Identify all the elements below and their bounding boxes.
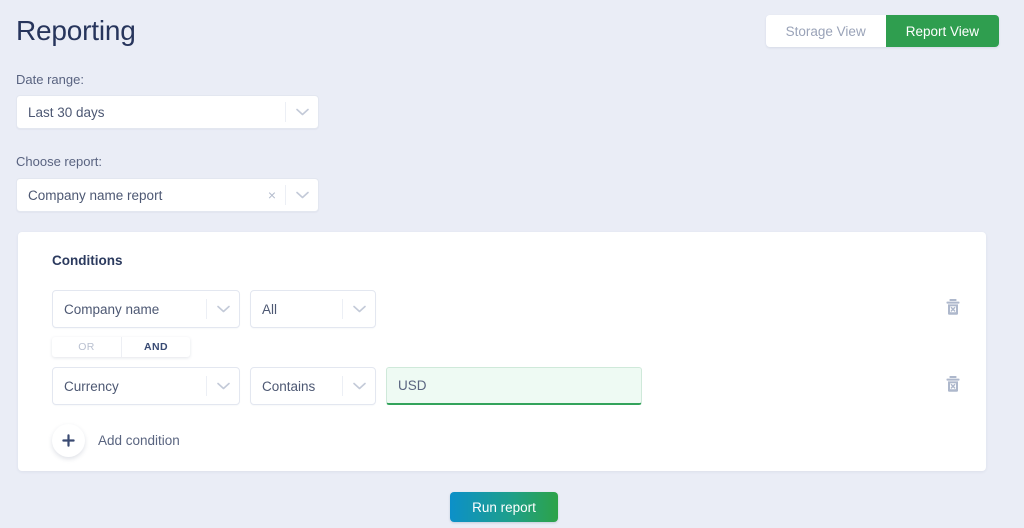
close-icon[interactable]: × <box>259 188 285 202</box>
logic-operator-toggle: OR AND <box>52 337 190 357</box>
chevron-down-icon[interactable] <box>286 191 318 199</box>
logic-or-option[interactable]: OR <box>52 337 121 357</box>
chevron-down-icon[interactable] <box>343 382 375 390</box>
trash-icon <box>945 375 961 398</box>
add-condition-button[interactable]: Add condition <box>52 424 180 457</box>
chevron-down-icon[interactable] <box>207 382 239 390</box>
trash-icon <box>945 298 961 321</box>
condition-value-input-2[interactable] <box>386 367 642 405</box>
conditions-heading: Conditions <box>52 253 123 268</box>
view-toggle: Storage View Report View <box>765 15 999 47</box>
chevron-down-icon[interactable] <box>343 305 375 313</box>
condition-field-value-2: Currency <box>64 378 119 394</box>
date-range-label: Date range: <box>16 72 84 87</box>
delete-condition-button-1[interactable] <box>942 298 964 320</box>
condition-field-select-1[interactable]: Company name <box>52 290 240 328</box>
condition-field-select-2[interactable]: Currency <box>52 367 240 405</box>
delete-condition-button-2[interactable] <box>942 375 964 397</box>
condition-operator-select-2[interactable]: Contains <box>250 367 376 405</box>
condition-operator-value-2: Contains <box>262 378 316 394</box>
report-view-button[interactable]: Report View <box>885 15 999 47</box>
choose-report-value: Company name report <box>28 187 163 203</box>
table-row: Company name All <box>52 290 964 328</box>
logic-and-option[interactable]: AND <box>121 337 190 357</box>
date-range-select[interactable]: Last 30 days <box>16 95 319 129</box>
storage-view-button[interactable]: Storage View <box>765 15 886 47</box>
choose-report-label: Choose report: <box>16 154 102 169</box>
chevron-down-icon[interactable] <box>207 305 239 313</box>
run-report-button[interactable]: Run report <box>450 492 558 522</box>
condition-field-value-1: Company name <box>64 301 160 317</box>
add-condition-label: Add condition <box>98 433 180 448</box>
page-title: Reporting <box>16 15 136 46</box>
condition-operator-value-1: All <box>262 301 278 317</box>
condition-operator-select-1[interactable]: All <box>250 290 376 328</box>
choose-report-select[interactable]: Company name report × <box>16 178 319 212</box>
table-row: Currency Contains <box>52 367 964 405</box>
date-range-value: Last 30 days <box>28 104 105 120</box>
plus-icon <box>52 424 85 457</box>
chevron-down-icon[interactable] <box>286 108 318 116</box>
